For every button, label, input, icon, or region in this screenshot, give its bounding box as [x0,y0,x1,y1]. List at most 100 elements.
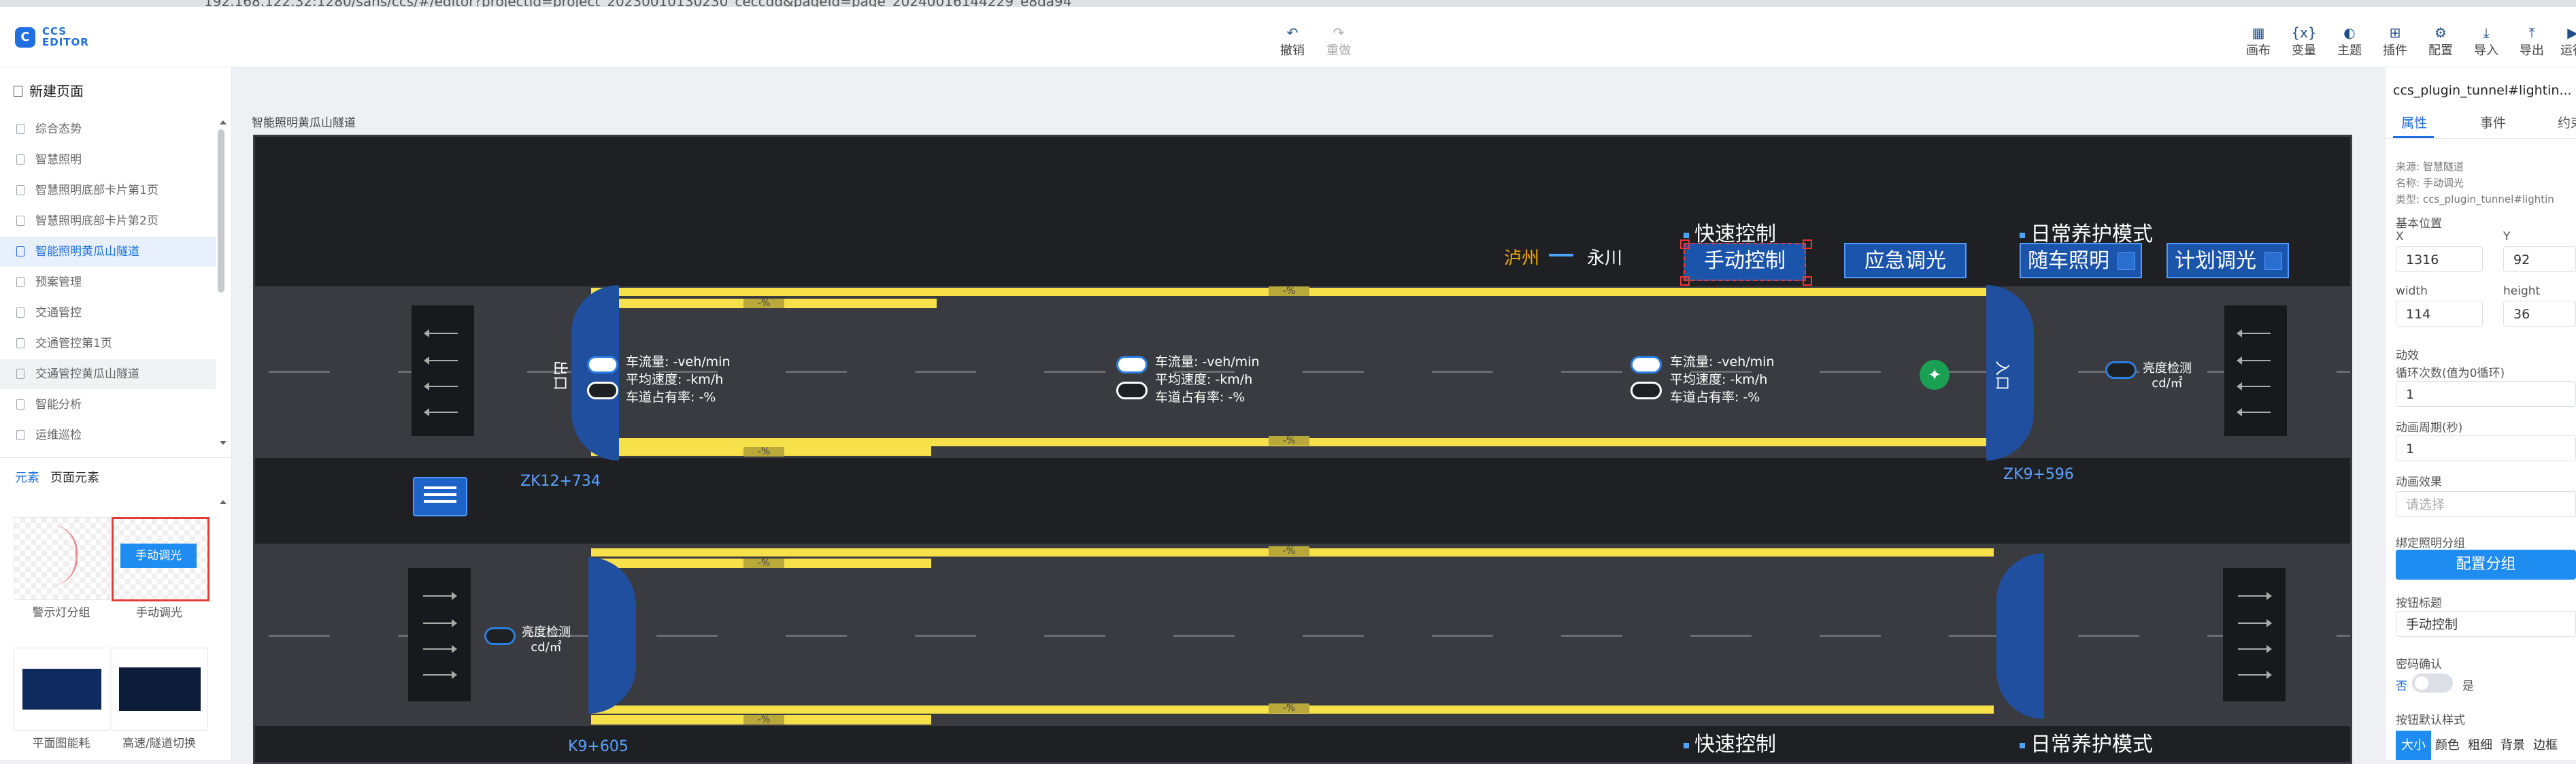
quick-control-title: 快速控制 [1684,727,1776,757]
toolbar-import-button[interactable]: ⤓ 导入 [2466,24,2507,59]
period-input[interactable]: 1 [2396,435,2576,461]
plan-dimming-button[interactable]: 计划调光 [2167,243,2289,278]
lighting-percent: -% [743,715,784,725]
loop-count-input[interactable]: 1 [2396,381,2576,407]
lighting-percent: -% [1269,703,1309,713]
type-text: 类型: ccs_plugin_tunnel#lightin [2396,193,2554,205]
style-tab-color[interactable]: 颜色 [2431,731,2464,760]
y-label: Y [2503,230,2511,244]
style-tab-weight[interactable]: 粗细 [2464,731,2496,760]
luminance-detect: 亮度检测 cd/㎡ [2143,361,2192,391]
component-card-manual-dimming[interactable]: 手动调光 [112,517,210,601]
toolbar-variable-button[interactable]: {x} 变量 [2284,24,2324,59]
occupancy-text: 车道占有率: -% [1670,390,1760,405]
page-item[interactable]: 综合态势 [0,114,216,144]
button-title-input[interactable]: 手动控制 [2396,611,2576,637]
kilometer-marker: ZK12+734 [520,473,601,490]
component-label: 平面图能耗 [32,737,90,750]
page-label: 智慧照明 [35,153,82,167]
component-card-warning-light[interactable] [14,517,110,600]
undo-icon: ↶ [1286,24,1299,41]
page-icon [16,216,24,226]
scroll-up-icon[interactable] [220,497,227,504]
manual-control-button[interactable]: 手动控制 [1684,243,1806,281]
height-input[interactable]: 36 [2503,301,2576,327]
button-title-label: 按钮标题 [2396,597,2442,610]
traffic-stats: 车流量: -veh/min 平均速度: -km/h 车道占有率: -% [1670,353,1775,406]
new-page-button[interactable]: 新建页面 [14,80,84,100]
lighting-percent: -% [743,447,784,456]
pages-scrollbar[interactable] [218,129,224,293]
emergency-dimming-button[interactable]: 应急调光 [1844,243,1967,278]
style-tab-size[interactable]: 大小 [2396,731,2431,760]
page-item[interactable]: 交通管控第1页 [0,329,216,359]
tunnel-portal-left [588,557,636,714]
occupancy-text: 车道占有率: -% [1155,390,1245,405]
left-arrow-icon [424,329,458,337]
period-label: 动画周期(秒) [2396,421,2463,435]
style-tab-background[interactable]: 背景 [2496,731,2529,760]
page-item-active[interactable]: 智能照明黄瓜山隧道 [0,237,216,267]
style-tab-border[interactable]: 边框 [2529,731,2562,760]
lane-sign-left [412,305,474,436]
right-arrow-icon [423,592,457,600]
width-input[interactable]: 114 [2396,301,2483,327]
password-toggle[interactable] [2412,674,2453,693]
toolbar-export-button[interactable]: ⤒ 导出 [2511,24,2552,59]
page-label: 预案管理 [35,276,82,289]
name-text: 名称: 手动调光 [2396,177,2464,189]
page-item[interactable]: 交通管控黄瓜山隧道 [0,359,216,389]
tab-properties[interactable]: 属性 [2401,113,2427,131]
manual-dimming-preview: 手动调光 [120,544,197,568]
toolbar-run-button[interactable]: ▶ 运行 [2552,24,2576,59]
page-label: 综合态势 [35,122,82,136]
tab-elements[interactable]: 元素 [15,471,39,485]
toolbar-label: 配置 [2428,44,2453,58]
car-icon [1116,382,1148,399]
browser-url-bar[interactable]: 192.168.122.32:1280/sans/ccs/#/editor?pr… [0,0,2576,7]
toolbar-canvas-button[interactable]: ▦ 画布 [2238,24,2279,59]
lighting-percent: -% [1269,286,1309,296]
tab-constraints[interactable]: 约束 [2558,113,2576,131]
tab-page-elements[interactable]: 页面元素 [50,471,99,485]
page-item[interactable]: 智能分析 [0,390,216,420]
portal-label: 入口 [1993,360,2011,391]
toolbar-config-button[interactable]: ⚙ 配置 [2420,24,2461,59]
toolbar-plugin-button[interactable]: ⊞ 插件 [2375,24,2415,59]
resize-handle[interactable] [1680,239,1690,249]
page-item[interactable]: 智慧照明底部卡片第1页 [0,176,216,205]
resize-handle[interactable] [1680,276,1690,286]
right-arrow-icon [423,619,457,627]
component-card-floorplan-energy[interactable] [14,648,110,731]
page-icon [16,369,24,379]
follow-lighting-button[interactable]: 随车照明 [2020,243,2142,278]
scroll-down-icon[interactable] [220,441,227,448]
redo-button[interactable]: ↷ 重做 [1318,24,1359,59]
resize-handle[interactable] [1803,276,1812,286]
toolbar-theme-button[interactable]: ◐ 主题 [2329,24,2370,59]
scroll-up-icon[interactable] [220,117,227,124]
effect-select[interactable]: 请选择 [2396,491,2576,517]
resize-handle[interactable] [1803,239,1812,249]
luminance-sensor-icon [484,627,516,645]
toolbar-label: 插件 [2383,44,2407,58]
left-arrow-icon [424,356,458,365]
y-input[interactable]: 92 [2503,246,2576,272]
left-arrow-icon [2237,408,2271,416]
page-item[interactable]: 交通管控 [0,298,216,328]
device-list-icon[interactable] [413,477,467,516]
x-input[interactable]: 1316 [2396,246,2483,272]
page-item[interactable]: 智慧照明 [0,145,216,175]
page-item[interactable]: 智慧照明底部卡片第2页 [0,206,216,236]
toolbar-label: 导入 [2474,44,2498,58]
config-group-button[interactable]: 配置分组 [2396,550,2576,580]
password-confirm-label: 密码确认 [2396,658,2442,671]
page-item[interactable]: 预案管理 [0,267,216,297]
component-card-highway-switch[interactable] [112,648,208,731]
traffic-light-icon[interactable]: ✦ [1920,360,1950,390]
password-no-label: 否 [2396,680,2407,693]
undo-button[interactable]: ↶ 撤销 [1272,24,1313,59]
tab-events[interactable]: 事件 [2480,113,2506,131]
follow-lighting-label: 随车照明 [2028,249,2109,273]
page-item[interactable]: 运维巡检 [0,420,216,450]
